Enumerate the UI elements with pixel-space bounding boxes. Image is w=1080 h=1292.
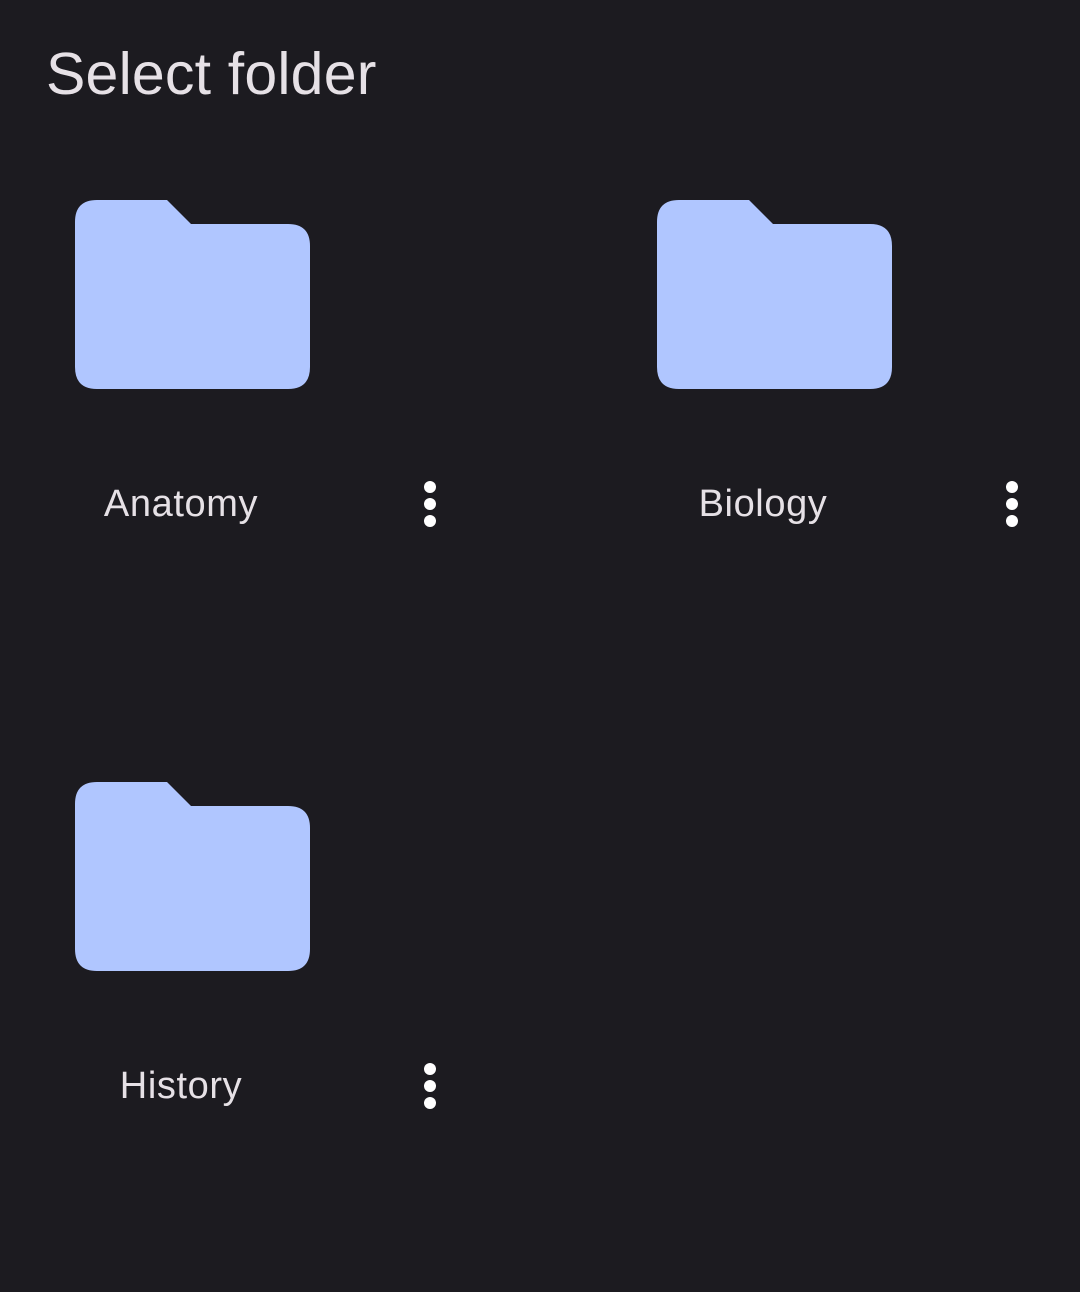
folder-name: Anatomy [103, 483, 259, 525]
page-title: Select folder [46, 41, 377, 107]
folder-item-history[interactable]: History [0, 732, 470, 1292]
folder-name: History [119, 1065, 243, 1107]
folder-item-biology[interactable]: Biology [582, 150, 1052, 710]
more-vert-icon [423, 1062, 437, 1110]
more-options-button[interactable] [988, 472, 1036, 536]
more-vert-icon [423, 480, 437, 528]
folder-icon [75, 200, 310, 389]
folder-name: Biology [698, 483, 828, 525]
folder-icon [657, 200, 892, 389]
folder-item-anatomy[interactable]: Anatomy [0, 150, 470, 710]
more-options-button[interactable] [406, 1054, 454, 1118]
folder-icon [75, 782, 310, 971]
more-vert-icon [1005, 480, 1019, 528]
more-options-button[interactable] [406, 472, 454, 536]
